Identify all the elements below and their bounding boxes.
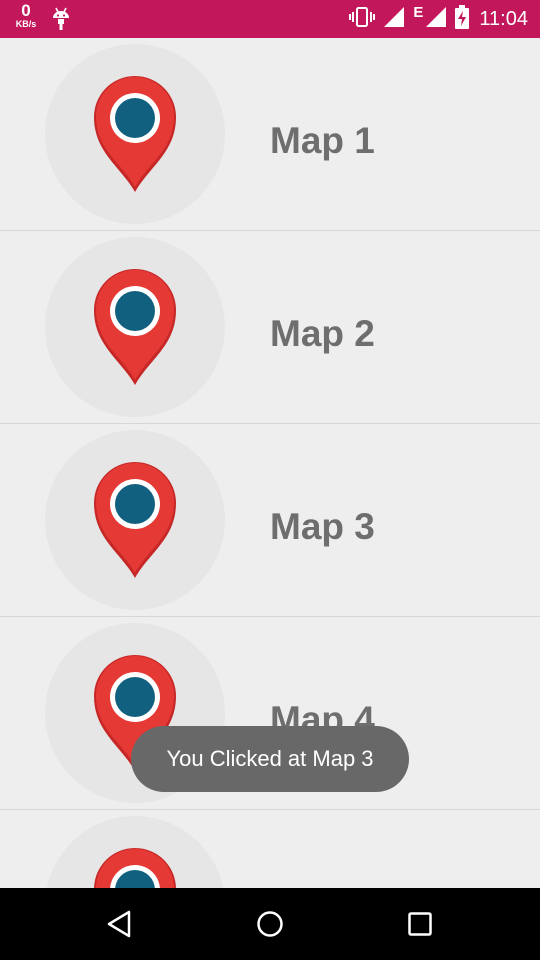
list-item-map-2[interactable]: Map 2 <box>0 231 540 424</box>
battery-charging-icon <box>455 5 470 33</box>
map-pin-icon <box>94 269 176 385</box>
home-button[interactable] <box>248 902 292 946</box>
map-pin-icon <box>94 76 176 192</box>
list-item-label: Map 2 <box>270 313 375 354</box>
network-speed-indicator: 0 KB/s <box>12 2 40 29</box>
status-left: 0 KB/s <box>12 2 70 36</box>
android-icon <box>52 6 70 36</box>
app-screen: 0 KB/s E 11:04 Map 1 Map 2 Map 3 Map 4 Y… <box>0 0 540 960</box>
list-item-map-5[interactable] <box>0 810 540 888</box>
home-icon <box>257 911 283 937</box>
list-item-label: Map 3 <box>270 506 375 547</box>
list-item-map-3[interactable]: Map 3 <box>0 424 540 617</box>
status-clock: 11:04 <box>479 7 528 30</box>
status-bar: 0 KB/s E 11:04 <box>0 0 540 38</box>
list-item-label: Map 1 <box>270 120 375 161</box>
network-speed-unit: KB/s <box>15 19 37 29</box>
signal-icon <box>383 6 405 32</box>
signal-icon <box>425 6 447 32</box>
toast-message: You Clicked at Map 3 <box>131 726 409 792</box>
navigation-bar <box>0 888 540 960</box>
map-pin-icon <box>94 462 176 578</box>
network-type-label: E <box>413 3 424 21</box>
network-speed-value: 0 <box>21 1 31 20</box>
status-right: E 11:04 <box>349 0 528 38</box>
back-button[interactable] <box>98 902 142 946</box>
list-item-map-1[interactable]: Map 1 <box>0 38 540 231</box>
recents-icon <box>408 912 432 936</box>
back-icon <box>107 910 131 938</box>
map-pin-icon <box>94 848 176 888</box>
recents-button[interactable] <box>398 902 442 946</box>
vibrate-icon <box>349 6 376 32</box>
